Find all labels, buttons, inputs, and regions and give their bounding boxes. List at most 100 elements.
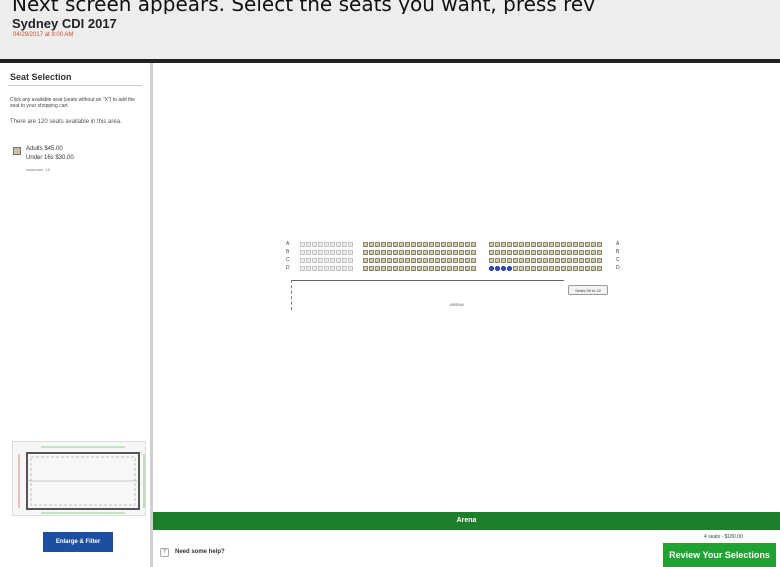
seat-a-b1-9[interactable] (411, 242, 416, 247)
seat-d-b1-1[interactable] (363, 266, 368, 271)
venue-mini-map[interactable] (12, 441, 146, 516)
seat-c-b1-17[interactable] (459, 258, 464, 263)
seat-a-b1-4[interactable] (381, 242, 386, 247)
review-selections-button[interactable]: Review Your Selections (663, 543, 776, 567)
seat-d-b2-7[interactable] (525, 266, 530, 271)
seat-b-b2-14[interactable] (567, 250, 572, 255)
seat-b-b2-6[interactable] (519, 250, 524, 255)
seat-d-b1-18[interactable] (465, 266, 470, 271)
seat-a-b1-15[interactable] (447, 242, 452, 247)
seat-c-b2-10[interactable] (543, 258, 548, 263)
seat-d-b2-12[interactable] (555, 266, 560, 271)
seat-a-b2-19[interactable] (597, 242, 602, 247)
seat-b-b1-3[interactable] (375, 250, 380, 255)
seat-d-b2-18[interactable] (591, 266, 596, 271)
seat-c-b2-9[interactable] (537, 258, 542, 263)
seat-d-b1-17[interactable] (459, 266, 464, 271)
seat-c-b1-7[interactable] (399, 258, 404, 263)
seat-c-b2-2[interactable] (495, 258, 500, 263)
seat-c-b1-8[interactable] (405, 258, 410, 263)
seat-a-b1-12[interactable] (429, 242, 434, 247)
seat-d-b2-19[interactable] (597, 266, 602, 271)
seat-a-b1-5[interactable] (387, 242, 392, 247)
seat-c-b1-19[interactable] (471, 258, 476, 263)
seat-b-b2-17[interactable] (585, 250, 590, 255)
seat-a-b1-17[interactable] (459, 242, 464, 247)
seat-c-b2-11[interactable] (549, 258, 554, 263)
seat-b-b2-3[interactable] (501, 250, 506, 255)
seat-b-b1-7[interactable] (399, 250, 404, 255)
seat-b-b1-15[interactable] (447, 250, 452, 255)
seat-b-b2-4[interactable] (507, 250, 512, 255)
seat-b-b2-7[interactable] (525, 250, 530, 255)
seat-a-b2-1[interactable] (489, 242, 494, 247)
seat-c-b2-12[interactable] (555, 258, 560, 263)
seat-a-b2-10[interactable] (543, 242, 548, 247)
seat-d-b2-1[interactable] (489, 266, 494, 271)
seat-b-b2-15[interactable] (573, 250, 578, 255)
seat-a-b2-15[interactable] (573, 242, 578, 247)
seat-a-b2-18[interactable] (591, 242, 596, 247)
seat-d-b2-16[interactable] (579, 266, 584, 271)
seat-a-b1-16[interactable] (453, 242, 458, 247)
seat-c-b1-13[interactable] (435, 258, 440, 263)
seat-b-b2-13[interactable] (561, 250, 566, 255)
seat-b-b2-9[interactable] (537, 250, 542, 255)
seat-c-b2-15[interactable] (573, 258, 578, 263)
seat-b-b2-18[interactable] (591, 250, 596, 255)
seat-a-b1-14[interactable] (441, 242, 446, 247)
seat-c-b1-16[interactable] (453, 258, 458, 263)
seat-a-b2-17[interactable] (585, 242, 590, 247)
seat-d-b1-3[interactable] (375, 266, 380, 271)
seat-a-b2-13[interactable] (561, 242, 566, 247)
seat-a-b1-18[interactable] (465, 242, 470, 247)
seat-d-b2-11[interactable] (549, 266, 554, 271)
seat-d-b2-3[interactable] (501, 266, 506, 271)
seat-b-b2-16[interactable] (579, 250, 584, 255)
seat-a-b1-2[interactable] (369, 242, 374, 247)
seat-c-b2-1[interactable] (489, 258, 494, 263)
seat-b-b1-18[interactable] (465, 250, 470, 255)
seat-b-b2-19[interactable] (597, 250, 602, 255)
seat-a-b2-12[interactable] (555, 242, 560, 247)
seat-a-b1-11[interactable] (423, 242, 428, 247)
seat-a-b1-10[interactable] (417, 242, 422, 247)
seat-a-b1-8[interactable] (405, 242, 410, 247)
seat-c-b1-4[interactable] (381, 258, 386, 263)
seat-c-b1-9[interactable] (411, 258, 416, 263)
seat-b-b2-2[interactable] (495, 250, 500, 255)
seat-a-b2-14[interactable] (567, 242, 572, 247)
seat-a-b1-7[interactable] (399, 242, 404, 247)
seat-b-b2-1[interactable] (489, 250, 494, 255)
seat-b-b1-2[interactable] (369, 250, 374, 255)
help-icon[interactable]: ? (160, 548, 169, 557)
seat-c-b2-17[interactable] (585, 258, 590, 263)
seat-b-b1-4[interactable] (381, 250, 386, 255)
seat-c-b2-14[interactable] (567, 258, 572, 263)
seat-c-b2-8[interactable] (531, 258, 536, 263)
seat-b-b2-12[interactable] (555, 250, 560, 255)
seat-d-b1-14[interactable] (441, 266, 446, 271)
seat-a-b2-5[interactable] (513, 242, 518, 247)
section-bar[interactable]: Arena (153, 512, 780, 530)
seat-b-b1-13[interactable] (435, 250, 440, 255)
seat-c-b1-10[interactable] (417, 258, 422, 263)
seat-d-b2-15[interactable] (573, 266, 578, 271)
seat-b-b1-8[interactable] (405, 250, 410, 255)
seat-c-b2-7[interactable] (525, 258, 530, 263)
seat-c-b1-11[interactable] (423, 258, 428, 263)
seat-c-b1-5[interactable] (387, 258, 392, 263)
seat-c-b2-5[interactable] (513, 258, 518, 263)
seat-d-b1-11[interactable] (423, 266, 428, 271)
seat-a-b1-19[interactable] (471, 242, 476, 247)
seat-b-b1-10[interactable] (417, 250, 422, 255)
need-help-link[interactable]: Need some help? (175, 549, 225, 555)
seat-b-b1-17[interactable] (459, 250, 464, 255)
seat-b-b1-12[interactable] (429, 250, 434, 255)
seat-b-b2-11[interactable] (549, 250, 554, 255)
seat-a-b2-2[interactable] (495, 242, 500, 247)
seat-c-b1-15[interactable] (447, 258, 452, 263)
seat-d-b2-13[interactable] (561, 266, 566, 271)
seat-d-b1-5[interactable] (387, 266, 392, 271)
enlarge-filter-button[interactable]: Enlarge & Filter (43, 532, 113, 552)
